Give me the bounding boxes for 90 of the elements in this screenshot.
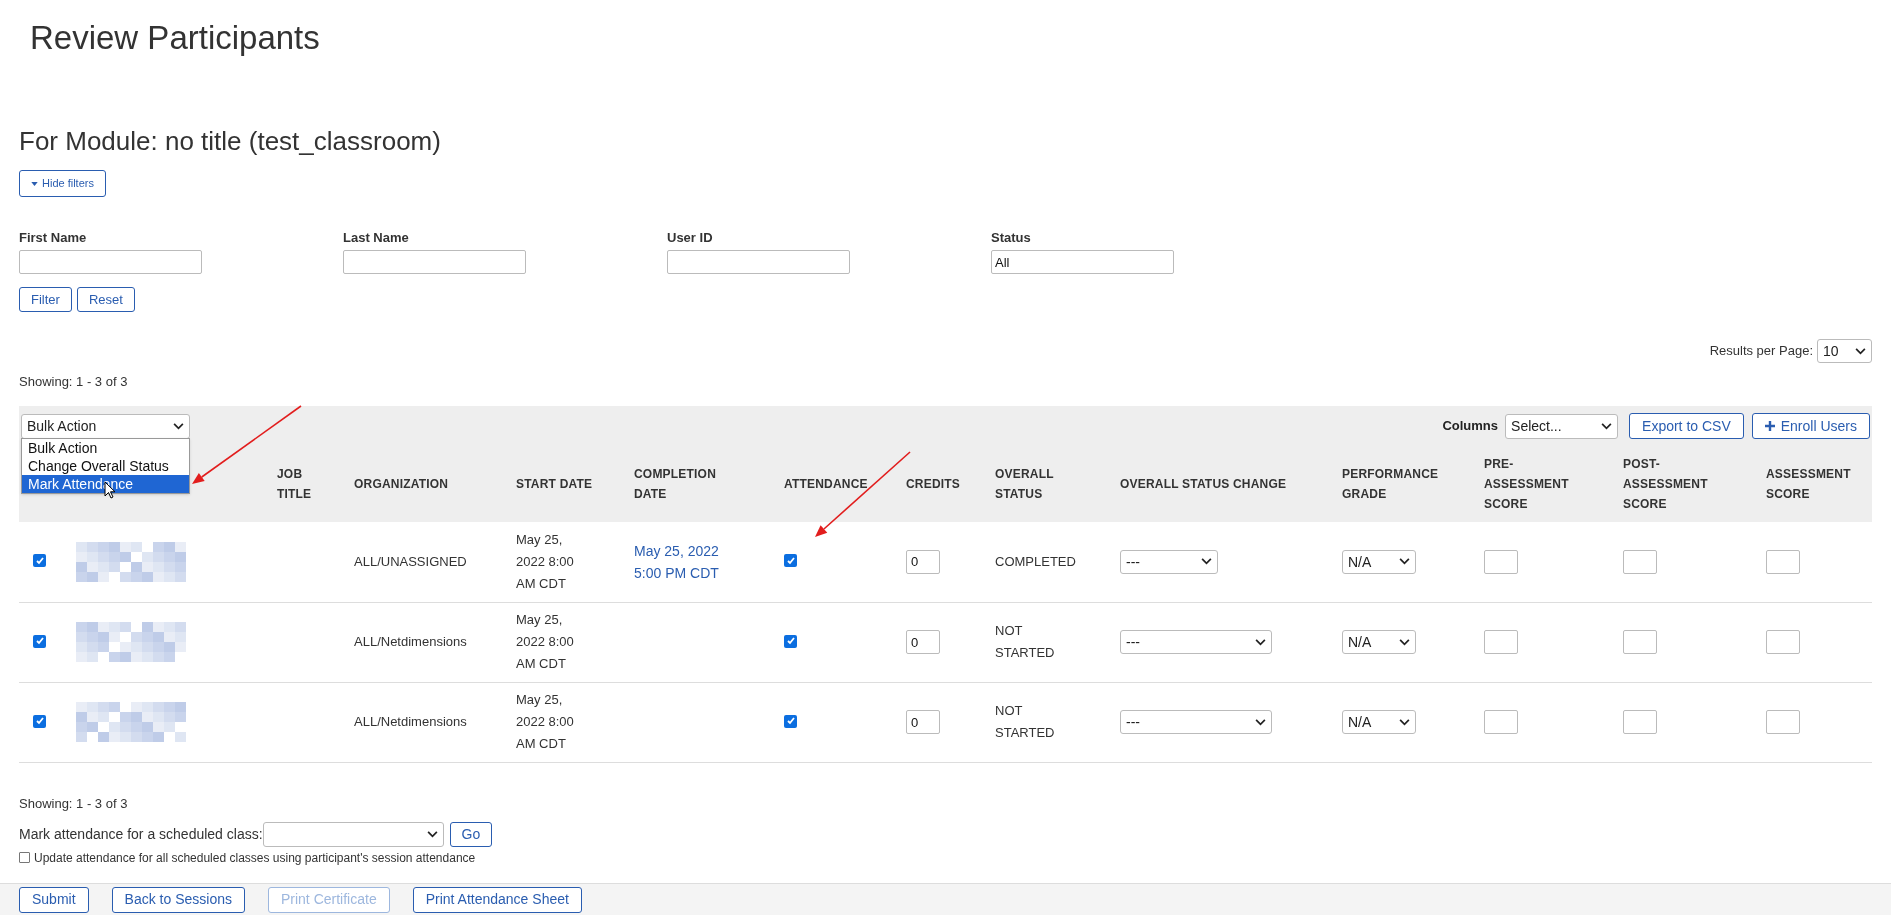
column-header: POST-ASSESSMENT SCORE xyxy=(1623,456,1709,513)
footer-button[interactable]: Back to Sessions xyxy=(111,886,245,913)
status-change-select[interactable]: --- xyxy=(1120,630,1272,654)
chevron-down-icon xyxy=(1201,558,1212,566)
start-date-text: May 25, 2022 8:00 AM CDT xyxy=(516,611,575,673)
chevron-down-icon xyxy=(1255,718,1266,726)
column-header: ORGANIZATION xyxy=(354,476,450,493)
overall-status-text: NOT STARTED xyxy=(995,623,1055,660)
overall-status-text: COMPLETED xyxy=(995,553,1076,569)
chevron-down-icon xyxy=(1601,422,1613,430)
score-input[interactable] xyxy=(1766,549,1800,574)
go-button[interactable]: Go xyxy=(449,821,493,847)
menu-option[interactable]: Change Overall Status xyxy=(22,457,189,475)
module-heading: For Module: no title (test_classroom) xyxy=(19,125,442,158)
chevron-down-icon xyxy=(1255,638,1266,646)
column-header: COMPLETION DATE xyxy=(634,466,717,503)
row-checkbox[interactable] xyxy=(33,634,46,648)
results-per-page-label: Results per Page: xyxy=(1709,342,1813,361)
start-date-text: May 25, 2022 8:00 AM CDT xyxy=(516,691,575,753)
bulk-action-select[interactable]: Bulk Action xyxy=(21,413,190,439)
menu-option[interactable]: Bulk Action xyxy=(22,439,189,457)
completion-date-link[interactable]: May 25, 2022 5:00 PM CDT xyxy=(634,539,734,584)
credits-input[interactable]: 0 xyxy=(906,710,940,734)
column-header: PERFORMANCE GRADE xyxy=(1342,466,1440,503)
showing-count: Showing: 1 - 3 of 3 xyxy=(19,794,129,813)
field-label: User ID xyxy=(667,229,714,247)
chevron-down-icon xyxy=(1399,638,1410,646)
chevron-down-icon xyxy=(426,830,438,838)
score-input[interactable] xyxy=(1623,710,1657,734)
attendance-checkbox[interactable] xyxy=(784,634,797,648)
column-header: START DATE xyxy=(516,476,594,493)
filter-action-button[interactable]: Reset xyxy=(76,287,135,312)
organization-text: ALL/Netdimensions xyxy=(354,714,467,729)
chevron-down-icon xyxy=(1399,558,1410,566)
menu-option[interactable]: Mark Attendance xyxy=(22,475,189,493)
chevron-down-icon xyxy=(1399,718,1410,726)
attendance-checkbox[interactable] xyxy=(784,554,797,568)
score-input[interactable] xyxy=(1484,549,1518,574)
score-input[interactable] xyxy=(1766,630,1800,654)
score-input[interactable] xyxy=(1484,630,1518,654)
field-label: Status xyxy=(991,229,1032,247)
scheduled-class-select[interactable] xyxy=(262,821,444,847)
attendance-checkbox[interactable] xyxy=(784,714,797,728)
performance-grade-select[interactable]: N/A xyxy=(1342,549,1416,574)
performance-grade-select[interactable]: N/A xyxy=(1342,630,1416,654)
score-input[interactable] xyxy=(1623,549,1657,574)
column-header: ASSESSMENT SCORE xyxy=(1766,466,1852,503)
column-header: ATTENDANCE xyxy=(784,476,869,493)
score-input[interactable] xyxy=(1484,710,1518,734)
status-change-select[interactable]: --- xyxy=(1120,710,1272,734)
input-field[interactable] xyxy=(667,250,850,274)
column-header: PRE-ASSESSMENT SCORE xyxy=(1484,456,1570,513)
chevron-down-icon xyxy=(1855,347,1866,355)
showing-count: Showing: 1 - 3 of 3 xyxy=(19,373,129,391)
row-checkbox[interactable] xyxy=(33,714,46,728)
field-label: Last Name xyxy=(343,229,410,247)
status-change-select[interactable]: --- xyxy=(1120,549,1218,574)
plus-icon xyxy=(1764,421,1775,431)
hide-filters-button[interactable]: Hide filters xyxy=(19,170,106,197)
input-field[interactable]: All xyxy=(991,250,1174,274)
page-title: Review Participants xyxy=(29,18,321,58)
organization-text: ALL/UNASSIGNED xyxy=(354,553,467,569)
chevron-down-icon xyxy=(173,422,184,430)
column-header: CREDITS xyxy=(906,476,962,493)
input-field[interactable] xyxy=(19,250,202,274)
results-per-page-select[interactable]: 10 xyxy=(1817,339,1872,363)
update-attendance-label: Update attendance for all scheduled classes using participant's session attendance xyxy=(34,850,476,865)
export-button[interactable]: Export to CSV xyxy=(1629,413,1744,439)
overall-status-text: NOT STARTED xyxy=(995,703,1055,740)
update-attendance-checkbox[interactable] xyxy=(19,852,30,863)
start-date-text: May 25, 2022 8:00 AM CDT xyxy=(516,530,575,593)
mark-attendance-label: Mark attendance for a scheduled class: xyxy=(19,824,263,844)
organization-text: ALL/Netdimensions xyxy=(354,634,467,649)
column-header: OVERALL STATUS xyxy=(995,466,1055,503)
score-input[interactable] xyxy=(1623,630,1657,654)
score-input[interactable] xyxy=(1766,710,1800,734)
footer-button[interactable]: Submit xyxy=(19,886,89,913)
enroll-users-button[interactable]: Enroll Users xyxy=(1751,413,1870,439)
field-label: First Name xyxy=(19,229,88,247)
columns-select[interactable]: Select... xyxy=(1505,413,1619,439)
footer-button[interactable]: Print Attendance Sheet xyxy=(412,886,582,913)
column-header: JOB TITLE xyxy=(277,466,313,503)
column-header: OVERALL STATUS CHANGE xyxy=(1120,476,1288,493)
columns-label: Columns xyxy=(1442,417,1499,436)
row-checkbox[interactable] xyxy=(33,554,46,568)
performance-grade-select[interactable]: N/A xyxy=(1342,710,1416,734)
input-field[interactable] xyxy=(343,250,526,274)
credits-input[interactable]: 0 xyxy=(906,549,940,574)
credits-input[interactable]: 0 xyxy=(906,630,940,654)
filter-action-button[interactable]: Filter xyxy=(19,287,72,312)
